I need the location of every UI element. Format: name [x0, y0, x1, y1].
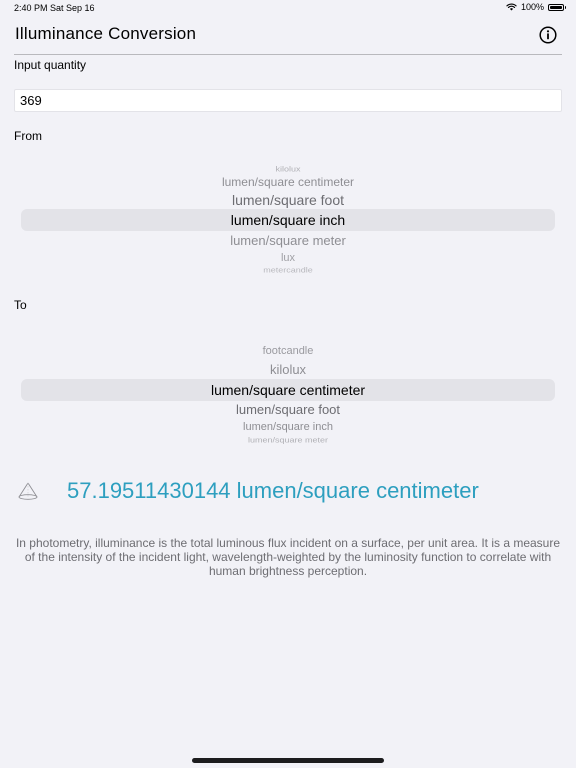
to-label: To	[14, 298, 27, 312]
to-picker-item[interactable]: lumen/square meter	[0, 436, 576, 444]
from-picker-item[interactable]: lumen/square centimeter	[0, 175, 576, 189]
status-time: 2:40 PM Sat Sep 16	[14, 3, 95, 13]
to-picker-item[interactable]: lumen/square inch	[0, 421, 576, 433]
quantity-input[interactable]	[14, 89, 562, 112]
header-divider	[14, 54, 562, 55]
to-picker-item-selected[interactable]: lumen/square centimeter	[0, 382, 576, 398]
from-picker-item[interactable]: lux	[0, 252, 576, 264]
page-title: Illuminance Conversion	[15, 24, 197, 43]
cone-icon	[18, 482, 38, 500]
to-picker-item[interactable]: kilolux	[0, 362, 576, 377]
from-picker-item[interactable]: lumen/square foot	[0, 192, 576, 208]
battery-percent: 100%	[520, 2, 544, 12]
from-picker-item[interactable]: kilolux	[0, 165, 576, 173]
to-picker-item[interactable]: footcandle	[0, 345, 576, 357]
wifi-icon	[506, 3, 517, 11]
home-indicator[interactable]	[192, 758, 384, 763]
input-quantity-label: Input quantity	[14, 58, 87, 72]
to-picker-item[interactable]: lumen/square foot	[0, 402, 576, 417]
from-picker-item-selected[interactable]: lumen/square inch	[0, 212, 576, 228]
from-label: From	[14, 129, 42, 143]
description-text: In photometry, illuminance is the total …	[15, 536, 561, 578]
battery-icon	[548, 3, 566, 11]
status-indicators: 100%	[506, 2, 566, 12]
from-picker-item[interactable]: metercandle	[0, 266, 576, 274]
conversion-result: 57.19511430144 lumen/square centimeter	[67, 478, 479, 503]
from-picker-item[interactable]: lumen/square meter	[0, 233, 576, 248]
info-icon[interactable]	[539, 26, 557, 44]
